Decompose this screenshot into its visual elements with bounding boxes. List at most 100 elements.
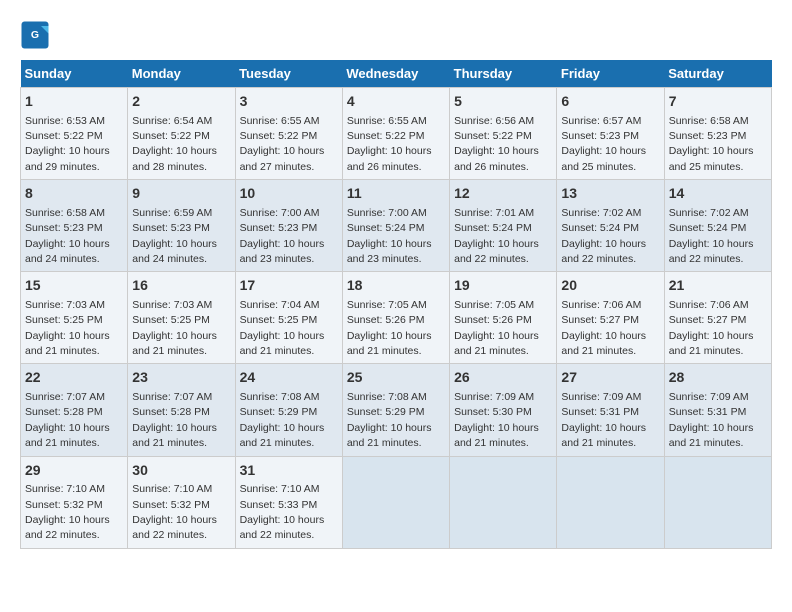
- calendar-week-row: 1 Sunrise: 6:53 AMSunset: 5:22 PMDayligh…: [21, 88, 772, 180]
- svg-text:G: G: [31, 29, 39, 41]
- day-number: 12: [454, 184, 552, 204]
- calendar-cell: 29 Sunrise: 7:10 AMSunset: 5:32 PMDaylig…: [21, 456, 128, 548]
- day-number: 27: [561, 368, 659, 388]
- cell-sunrise: Sunrise: 6:53 AMSunset: 5:22 PMDaylight:…: [25, 115, 110, 173]
- day-header-thursday: Thursday: [450, 60, 557, 88]
- day-number: 11: [347, 184, 445, 204]
- calendar-cell: 20 Sunrise: 7:06 AMSunset: 5:27 PMDaylig…: [557, 272, 664, 364]
- calendar-header-row: SundayMondayTuesdayWednesdayThursdayFrid…: [21, 60, 772, 88]
- day-number: 16: [132, 276, 230, 296]
- cell-sunrise: Sunrise: 7:00 AMSunset: 5:24 PMDaylight:…: [347, 207, 432, 265]
- calendar-cell: 5 Sunrise: 6:56 AMSunset: 5:22 PMDayligh…: [450, 88, 557, 180]
- day-number: 24: [240, 368, 338, 388]
- day-number: 9: [132, 184, 230, 204]
- cell-sunrise: Sunrise: 7:00 AMSunset: 5:23 PMDaylight:…: [240, 207, 325, 265]
- calendar-cell: 19 Sunrise: 7:05 AMSunset: 5:26 PMDaylig…: [450, 272, 557, 364]
- calendar-cell: [664, 456, 771, 548]
- cell-sunrise: Sunrise: 7:04 AMSunset: 5:25 PMDaylight:…: [240, 299, 325, 357]
- cell-sunrise: Sunrise: 6:55 AMSunset: 5:22 PMDaylight:…: [347, 115, 432, 173]
- day-header-monday: Monday: [128, 60, 235, 88]
- logo: G: [20, 20, 54, 50]
- logo-icon: G: [20, 20, 50, 50]
- day-header-sunday: Sunday: [21, 60, 128, 88]
- cell-sunrise: Sunrise: 7:06 AMSunset: 5:27 PMDaylight:…: [561, 299, 646, 357]
- day-number: 1: [25, 92, 123, 112]
- cell-sunrise: Sunrise: 7:09 AMSunset: 5:31 PMDaylight:…: [561, 391, 646, 449]
- day-number: 8: [25, 184, 123, 204]
- calendar-cell: 18 Sunrise: 7:05 AMSunset: 5:26 PMDaylig…: [342, 272, 449, 364]
- cell-sunrise: Sunrise: 6:58 AMSunset: 5:23 PMDaylight:…: [669, 115, 754, 173]
- calendar-cell: 6 Sunrise: 6:57 AMSunset: 5:23 PMDayligh…: [557, 88, 664, 180]
- cell-sunrise: Sunrise: 7:07 AMSunset: 5:28 PMDaylight:…: [132, 391, 217, 449]
- calendar-cell: 4 Sunrise: 6:55 AMSunset: 5:22 PMDayligh…: [342, 88, 449, 180]
- day-header-friday: Friday: [557, 60, 664, 88]
- cell-sunrise: Sunrise: 7:10 AMSunset: 5:32 PMDaylight:…: [25, 483, 110, 541]
- cell-sunrise: Sunrise: 7:10 AMSunset: 5:32 PMDaylight:…: [132, 483, 217, 541]
- cell-sunrise: Sunrise: 7:07 AMSunset: 5:28 PMDaylight:…: [25, 391, 110, 449]
- day-number: 7: [669, 92, 767, 112]
- day-number: 30: [132, 461, 230, 481]
- calendar-cell: 27 Sunrise: 7:09 AMSunset: 5:31 PMDaylig…: [557, 364, 664, 456]
- day-number: 28: [669, 368, 767, 388]
- calendar-cell: 11 Sunrise: 7:00 AMSunset: 5:24 PMDaylig…: [342, 180, 449, 272]
- day-number: 5: [454, 92, 552, 112]
- calendar-cell: 2 Sunrise: 6:54 AMSunset: 5:22 PMDayligh…: [128, 88, 235, 180]
- cell-sunrise: Sunrise: 6:59 AMSunset: 5:23 PMDaylight:…: [132, 207, 217, 265]
- calendar-cell: 10 Sunrise: 7:00 AMSunset: 5:23 PMDaylig…: [235, 180, 342, 272]
- calendar-week-row: 22 Sunrise: 7:07 AMSunset: 5:28 PMDaylig…: [21, 364, 772, 456]
- day-number: 22: [25, 368, 123, 388]
- cell-sunrise: Sunrise: 7:05 AMSunset: 5:26 PMDaylight:…: [347, 299, 432, 357]
- calendar-week-row: 8 Sunrise: 6:58 AMSunset: 5:23 PMDayligh…: [21, 180, 772, 272]
- day-number: 2: [132, 92, 230, 112]
- calendar-cell: [342, 456, 449, 548]
- calendar-cell: 8 Sunrise: 6:58 AMSunset: 5:23 PMDayligh…: [21, 180, 128, 272]
- cell-sunrise: Sunrise: 7:08 AMSunset: 5:29 PMDaylight:…: [240, 391, 325, 449]
- calendar-cell: 1 Sunrise: 6:53 AMSunset: 5:22 PMDayligh…: [21, 88, 128, 180]
- calendar-cell: 13 Sunrise: 7:02 AMSunset: 5:24 PMDaylig…: [557, 180, 664, 272]
- cell-sunrise: Sunrise: 6:56 AMSunset: 5:22 PMDaylight:…: [454, 115, 539, 173]
- day-number: 14: [669, 184, 767, 204]
- day-number: 31: [240, 461, 338, 481]
- cell-sunrise: Sunrise: 6:58 AMSunset: 5:23 PMDaylight:…: [25, 207, 110, 265]
- calendar-cell: 15 Sunrise: 7:03 AMSunset: 5:25 PMDaylig…: [21, 272, 128, 364]
- calendar-table: SundayMondayTuesdayWednesdayThursdayFrid…: [20, 60, 772, 549]
- day-number: 3: [240, 92, 338, 112]
- calendar-week-row: 29 Sunrise: 7:10 AMSunset: 5:32 PMDaylig…: [21, 456, 772, 548]
- day-number: 6: [561, 92, 659, 112]
- day-number: 13: [561, 184, 659, 204]
- calendar-cell: 25 Sunrise: 7:08 AMSunset: 5:29 PMDaylig…: [342, 364, 449, 456]
- calendar-cell: 7 Sunrise: 6:58 AMSunset: 5:23 PMDayligh…: [664, 88, 771, 180]
- day-number: 17: [240, 276, 338, 296]
- cell-sunrise: Sunrise: 7:01 AMSunset: 5:24 PMDaylight:…: [454, 207, 539, 265]
- cell-sunrise: Sunrise: 6:54 AMSunset: 5:22 PMDaylight:…: [132, 115, 217, 173]
- header: G: [20, 20, 772, 50]
- cell-sunrise: Sunrise: 6:55 AMSunset: 5:22 PMDaylight:…: [240, 115, 325, 173]
- calendar-cell: 28 Sunrise: 7:09 AMSunset: 5:31 PMDaylig…: [664, 364, 771, 456]
- day-number: 4: [347, 92, 445, 112]
- day-number: 19: [454, 276, 552, 296]
- day-number: 29: [25, 461, 123, 481]
- calendar-cell: 30 Sunrise: 7:10 AMSunset: 5:32 PMDaylig…: [128, 456, 235, 548]
- cell-sunrise: Sunrise: 7:02 AMSunset: 5:24 PMDaylight:…: [561, 207, 646, 265]
- calendar-cell: 23 Sunrise: 7:07 AMSunset: 5:28 PMDaylig…: [128, 364, 235, 456]
- cell-sunrise: Sunrise: 7:09 AMSunset: 5:31 PMDaylight:…: [669, 391, 754, 449]
- day-number: 23: [132, 368, 230, 388]
- cell-sunrise: Sunrise: 7:02 AMSunset: 5:24 PMDaylight:…: [669, 207, 754, 265]
- calendar-cell: 31 Sunrise: 7:10 AMSunset: 5:33 PMDaylig…: [235, 456, 342, 548]
- calendar-cell: 14 Sunrise: 7:02 AMSunset: 5:24 PMDaylig…: [664, 180, 771, 272]
- calendar-cell: 21 Sunrise: 7:06 AMSunset: 5:27 PMDaylig…: [664, 272, 771, 364]
- day-number: 20: [561, 276, 659, 296]
- day-number: 18: [347, 276, 445, 296]
- day-number: 15: [25, 276, 123, 296]
- calendar-week-row: 15 Sunrise: 7:03 AMSunset: 5:25 PMDaylig…: [21, 272, 772, 364]
- cell-sunrise: Sunrise: 6:57 AMSunset: 5:23 PMDaylight:…: [561, 115, 646, 173]
- day-number: 21: [669, 276, 767, 296]
- calendar-cell: 3 Sunrise: 6:55 AMSunset: 5:22 PMDayligh…: [235, 88, 342, 180]
- cell-sunrise: Sunrise: 7:10 AMSunset: 5:33 PMDaylight:…: [240, 483, 325, 541]
- calendar-cell: 24 Sunrise: 7:08 AMSunset: 5:29 PMDaylig…: [235, 364, 342, 456]
- calendar-cell: 12 Sunrise: 7:01 AMSunset: 5:24 PMDaylig…: [450, 180, 557, 272]
- day-number: 25: [347, 368, 445, 388]
- calendar-cell: 26 Sunrise: 7:09 AMSunset: 5:30 PMDaylig…: [450, 364, 557, 456]
- cell-sunrise: Sunrise: 7:09 AMSunset: 5:30 PMDaylight:…: [454, 391, 539, 449]
- cell-sunrise: Sunrise: 7:05 AMSunset: 5:26 PMDaylight:…: [454, 299, 539, 357]
